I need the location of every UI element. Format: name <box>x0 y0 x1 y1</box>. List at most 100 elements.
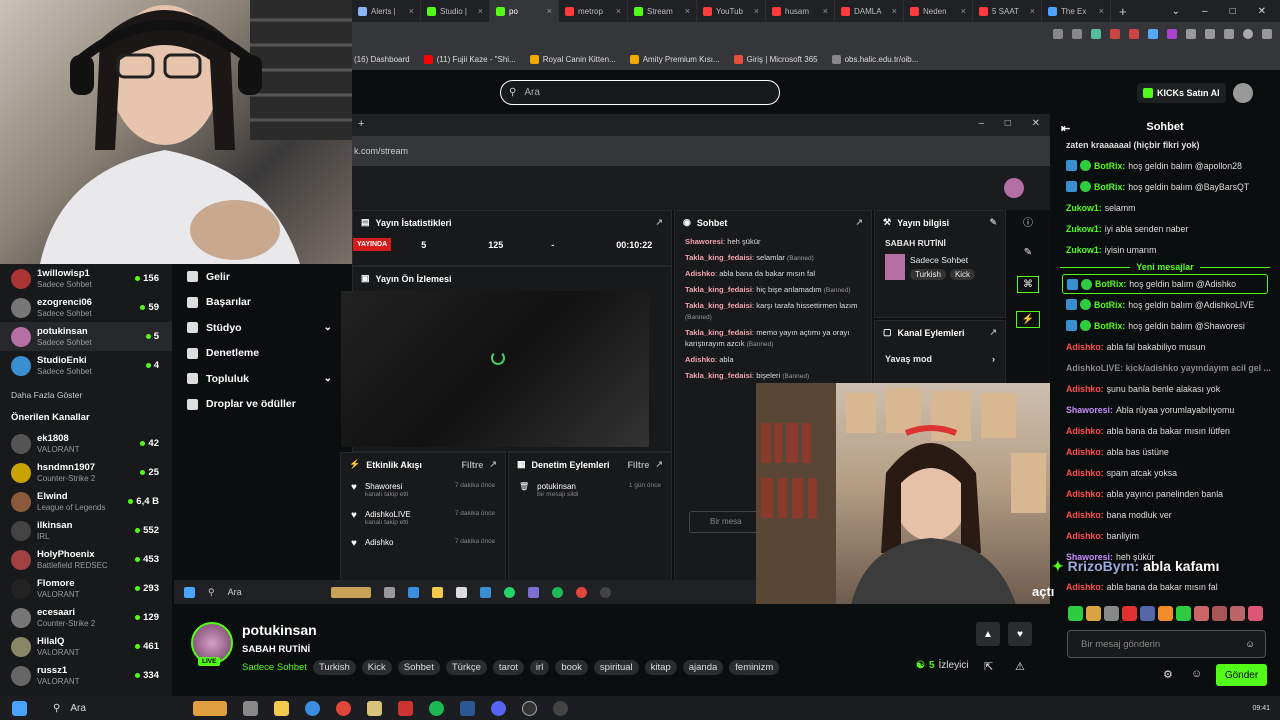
close-tab-icon[interactable]: × <box>754 6 759 16</box>
expand-icon[interactable]: ↗ <box>655 459 663 470</box>
emote-icon[interactable] <box>1068 606 1083 621</box>
close-tab-icon[interactable]: × <box>409 6 414 16</box>
expand-icon[interactable]: ↗ <box>489 459 497 470</box>
stream-tag[interactable]: tarot <box>492 660 524 675</box>
sidebar-channel[interactable]: ilkinsan IRL 552 <box>0 516 172 545</box>
stream-tag[interactable]: feminizm <box>729 660 780 675</box>
chat-username[interactable]: Adishko: <box>1066 530 1104 542</box>
emote-icon[interactable] <box>1194 606 1209 621</box>
mini-chat-user[interactable]: Takla_king_fedaisi <box>685 371 752 380</box>
browser-tab[interactable]: YouTub × <box>697 0 766 22</box>
share-icon[interactable]: ⇱ <box>984 660 993 673</box>
stream-tag[interactable]: Kick <box>361 660 392 675</box>
mini-chat-user[interactable]: Adishko <box>685 355 715 364</box>
sidebar-channel[interactable]: ecesaari Counter-Strike 2 129 <box>0 603 172 632</box>
chat-username[interactable]: Adishko: <box>1066 488 1104 500</box>
stream-tag[interactable]: irl <box>529 660 550 675</box>
nav-item[interactable]: Topluluk ⌄ <box>172 366 352 392</box>
sidebar-channel[interactable]: StudioEnki Sadece Sohbet 4 <box>0 351 172 380</box>
close-tab-icon[interactable]: × <box>685 6 690 16</box>
chat-username[interactable]: BotRix: <box>1094 299 1125 311</box>
stream-tag[interactable]: Turkish <box>312 660 356 675</box>
browser-tab[interactable]: metrop × <box>559 0 628 22</box>
extension-icon[interactable] <box>1129 29 1139 39</box>
download-icon[interactable] <box>1205 29 1215 39</box>
nav-item[interactable]: Başarılar <box>172 290 352 316</box>
close-window-icon[interactable]: ✕ <box>1258 6 1266 17</box>
emote-icon[interactable] <box>1086 606 1101 621</box>
sidebar-channel[interactable]: Elwind League of Legends 6,4 B <box>0 487 172 516</box>
report-icon[interactable]: ⚠ <box>1015 660 1025 673</box>
bookmark-item[interactable]: (16) Dashboard <box>354 55 410 64</box>
mini-chat-user[interactable]: Shaworesi <box>685 237 723 246</box>
sidepanel-icon[interactable] <box>1224 29 1234 39</box>
stream-tag[interactable]: book <box>555 660 588 675</box>
crosshair-icon[interactable]: ⌘ <box>1017 276 1039 293</box>
extension-icon[interactable] <box>1110 29 1120 39</box>
chat-username[interactable]: Adishko: <box>1066 446 1104 458</box>
close-tab-icon[interactable]: × <box>823 6 828 16</box>
close-tab-icon[interactable]: × <box>892 6 897 16</box>
filter-button[interactable]: Filtre <box>461 460 483 470</box>
sidebar-channel[interactable]: ek1808 VALORANT 42 <box>0 429 172 458</box>
info-tag[interactable]: Turkish <box>910 268 946 280</box>
chat-input[interactable]: Bir mesaj gönderin ☺ <box>1067 630 1266 658</box>
browser-tab[interactable]: po × <box>490 0 559 22</box>
close-tab-icon[interactable]: × <box>616 6 621 16</box>
slow-mode-row[interactable]: Yavaş mod › <box>875 344 1005 374</box>
chat-rules-icon[interactable]: ☺ <box>1191 668 1202 680</box>
follow-heart-button[interactable]: ♥ <box>1008 622 1032 646</box>
info-circle-icon[interactable]: ⓘ <box>1023 214 1033 229</box>
emote-icon[interactable] <box>1158 606 1173 621</box>
browser-tab[interactable]: The Ex × <box>1042 0 1111 22</box>
stream-tag[interactable]: Türkçe <box>445 660 487 675</box>
edge-icon[interactable] <box>305 700 320 716</box>
chat-username[interactable]: Adishko: <box>1066 581 1104 593</box>
show-more-link[interactable]: Daha Fazla Göster <box>0 380 172 406</box>
nav-item[interactable]: Denetleme <box>172 341 352 367</box>
sidebar-channel[interactable]: russz1 VALORANT 334 <box>0 661 172 690</box>
mini-chat-user[interactable]: Adishko <box>685 269 715 278</box>
browser-tab[interactable]: Alerts | × <box>352 0 421 22</box>
sidebar-channel[interactable]: HolyPhoenix Battlefield REDSEC 453 <box>0 545 172 574</box>
emote-icon[interactable] <box>1140 606 1155 621</box>
chat-username[interactable]: Adishko: <box>1066 383 1104 395</box>
chat-username[interactable]: zaten kraaaaaal (hiçbir fikri yok) <box>1066 139 1199 151</box>
stream-tag[interactable]: Sohbet <box>397 660 440 675</box>
chat-username[interactable]: Adishko: <box>1066 467 1104 479</box>
browser-tab[interactable]: husam × <box>766 0 835 22</box>
steam-icon[interactable] <box>553 700 568 716</box>
widgets-icon[interactable] <box>193 700 227 716</box>
stream-tag[interactable]: kitap <box>644 660 677 675</box>
emote-icon[interactable] <box>1122 606 1137 621</box>
extension-icon[interactable] <box>1148 29 1158 39</box>
chat-settings-gear-icon[interactable]: ⚙ <box>1163 668 1173 681</box>
extension-icon[interactable] <box>1167 29 1177 39</box>
mini-chat-user[interactable]: Takla_king_fedaisi <box>685 285 752 294</box>
stream-tag[interactable]: spiritual <box>593 660 639 675</box>
close-tab-icon[interactable]: × <box>961 6 966 16</box>
chat-username[interactable]: Zukow1: <box>1066 202 1102 214</box>
expand-icon[interactable]: ↗ <box>989 327 997 338</box>
kicks-buy-button[interactable]: KICKs Satın Al <box>1137 83 1226 103</box>
bookmark-item[interactable]: Amity Premium Kısı... <box>629 54 720 64</box>
bookmark-item[interactable]: (11) Fujii Kaze - "Shi... <box>423 54 516 64</box>
pencil-icon[interactable]: ✎ <box>1024 247 1032 258</box>
expand-icon[interactable]: ↗ <box>655 217 663 228</box>
extension-icon[interactable] <box>1091 29 1101 39</box>
chat-username[interactable]: BotRix: <box>1095 278 1126 290</box>
minimize-icon[interactable]: – <box>1202 6 1208 17</box>
tab-search-icon[interactable]: ⌄ <box>1172 6 1180 17</box>
chrome-icon[interactable] <box>336 700 351 716</box>
obs-icon[interactable] <box>522 700 537 716</box>
taskview-icon[interactable] <box>243 700 258 716</box>
chat-username[interactable]: Zukow1: <box>1066 223 1102 235</box>
close-tab-icon[interactable]: × <box>547 6 552 16</box>
emote-icon[interactable] <box>1176 606 1191 621</box>
chat-username[interactable]: Adishko: <box>1066 509 1104 521</box>
profile-icon[interactable] <box>1243 29 1253 39</box>
sidebar-channel[interactable]: hsndmn1907 Counter-Strike 2 25 <box>0 458 172 487</box>
edit-icon[interactable]: ✎ <box>989 217 997 228</box>
info-tag[interactable]: Kick <box>949 268 976 280</box>
sidebar-channel[interactable]: 1willowisp1 Sadece Sohbet 156 <box>0 264 172 293</box>
